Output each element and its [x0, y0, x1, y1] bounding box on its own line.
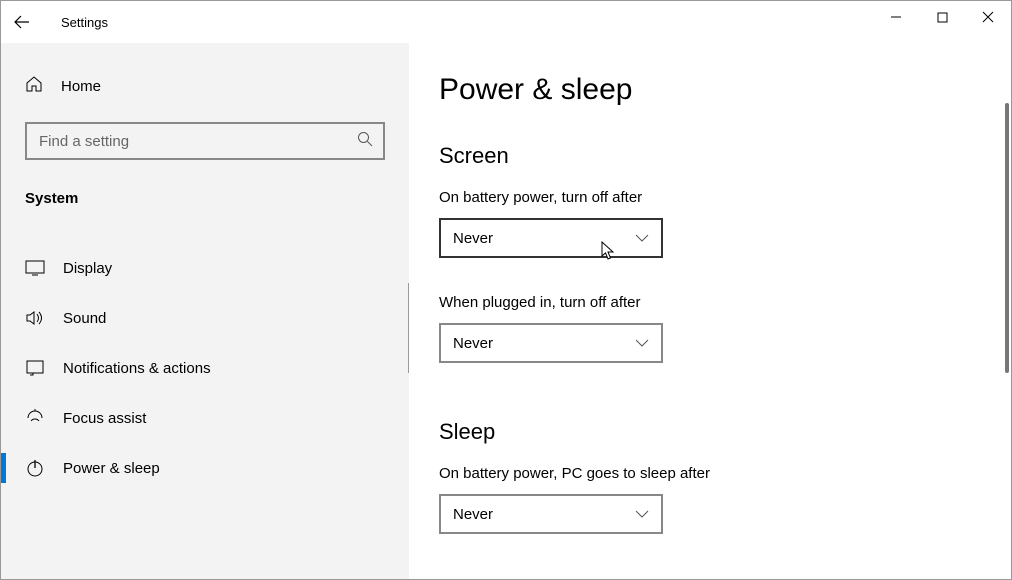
screen-plugged-dropdown[interactable]: Never	[439, 323, 663, 363]
home-icon	[25, 75, 43, 98]
sleep-battery-dropdown[interactable]: Never	[439, 494, 663, 534]
sidebar-item-focus-assist[interactable]: Focus assist	[1, 393, 409, 443]
chevron-down-icon	[635, 336, 649, 350]
search-input[interactable]	[39, 133, 357, 150]
notifications-icon	[25, 358, 45, 378]
power-icon	[25, 458, 45, 478]
screen-plugged-label: When plugged in, turn off after	[439, 294, 981, 311]
window-title: Settings	[61, 15, 108, 30]
dropdown-value: Never	[453, 335, 493, 352]
maximize-icon	[937, 12, 948, 23]
title-bar: Settings	[1, 1, 1011, 43]
category-header: System	[1, 182, 409, 225]
sound-icon	[25, 308, 45, 328]
sidebar-item-label: Focus assist	[63, 410, 146, 427]
window-controls	[873, 1, 1011, 33]
close-button[interactable]	[965, 1, 1011, 33]
chevron-down-icon	[635, 231, 649, 245]
home-label: Home	[61, 78, 101, 95]
scrollbar[interactable]	[1005, 103, 1009, 373]
sidebar-item-label: Display	[63, 260, 112, 277]
nav-list: Display Sound Notifications & actions Fo…	[1, 243, 409, 493]
section-screen-title: Screen	[439, 143, 981, 169]
sidebar-item-sound[interactable]: Sound	[1, 293, 409, 343]
home-nav[interactable]: Home	[1, 61, 409, 112]
sidebar-item-label: Power & sleep	[63, 460, 160, 477]
close-icon	[982, 11, 994, 23]
chevron-down-icon	[635, 507, 649, 521]
screen-battery-dropdown[interactable]: Never	[439, 218, 663, 258]
sidebar-item-notifications[interactable]: Notifications & actions	[1, 343, 409, 393]
dropdown-value: Never	[453, 506, 493, 523]
search-box[interactable]	[25, 122, 385, 160]
search-icon	[357, 131, 373, 152]
display-icon	[25, 258, 45, 278]
sidebar-item-label: Notifications & actions	[63, 360, 211, 377]
back-arrow-icon	[13, 13, 31, 31]
dropdown-value: Never	[453, 230, 493, 247]
page-title: Power & sleep	[439, 73, 981, 107]
minimize-button[interactable]	[873, 1, 919, 33]
sidebar-item-label: Sound	[63, 310, 106, 327]
section-sleep-title: Sleep	[439, 419, 981, 445]
sidebar-item-power-sleep[interactable]: Power & sleep	[1, 443, 409, 493]
sidebar: Home System Display	[1, 43, 409, 579]
back-button[interactable]	[1, 1, 43, 43]
content-area: Power & sleep Screen On battery power, t…	[409, 43, 1011, 579]
sidebar-item-display[interactable]: Display	[1, 243, 409, 293]
sleep-battery-label: On battery power, PC goes to sleep after	[439, 465, 981, 482]
screen-battery-label: On battery power, turn off after	[439, 189, 981, 206]
focus-assist-icon	[25, 408, 45, 428]
maximize-button[interactable]	[919, 1, 965, 33]
minimize-icon	[890, 11, 902, 23]
